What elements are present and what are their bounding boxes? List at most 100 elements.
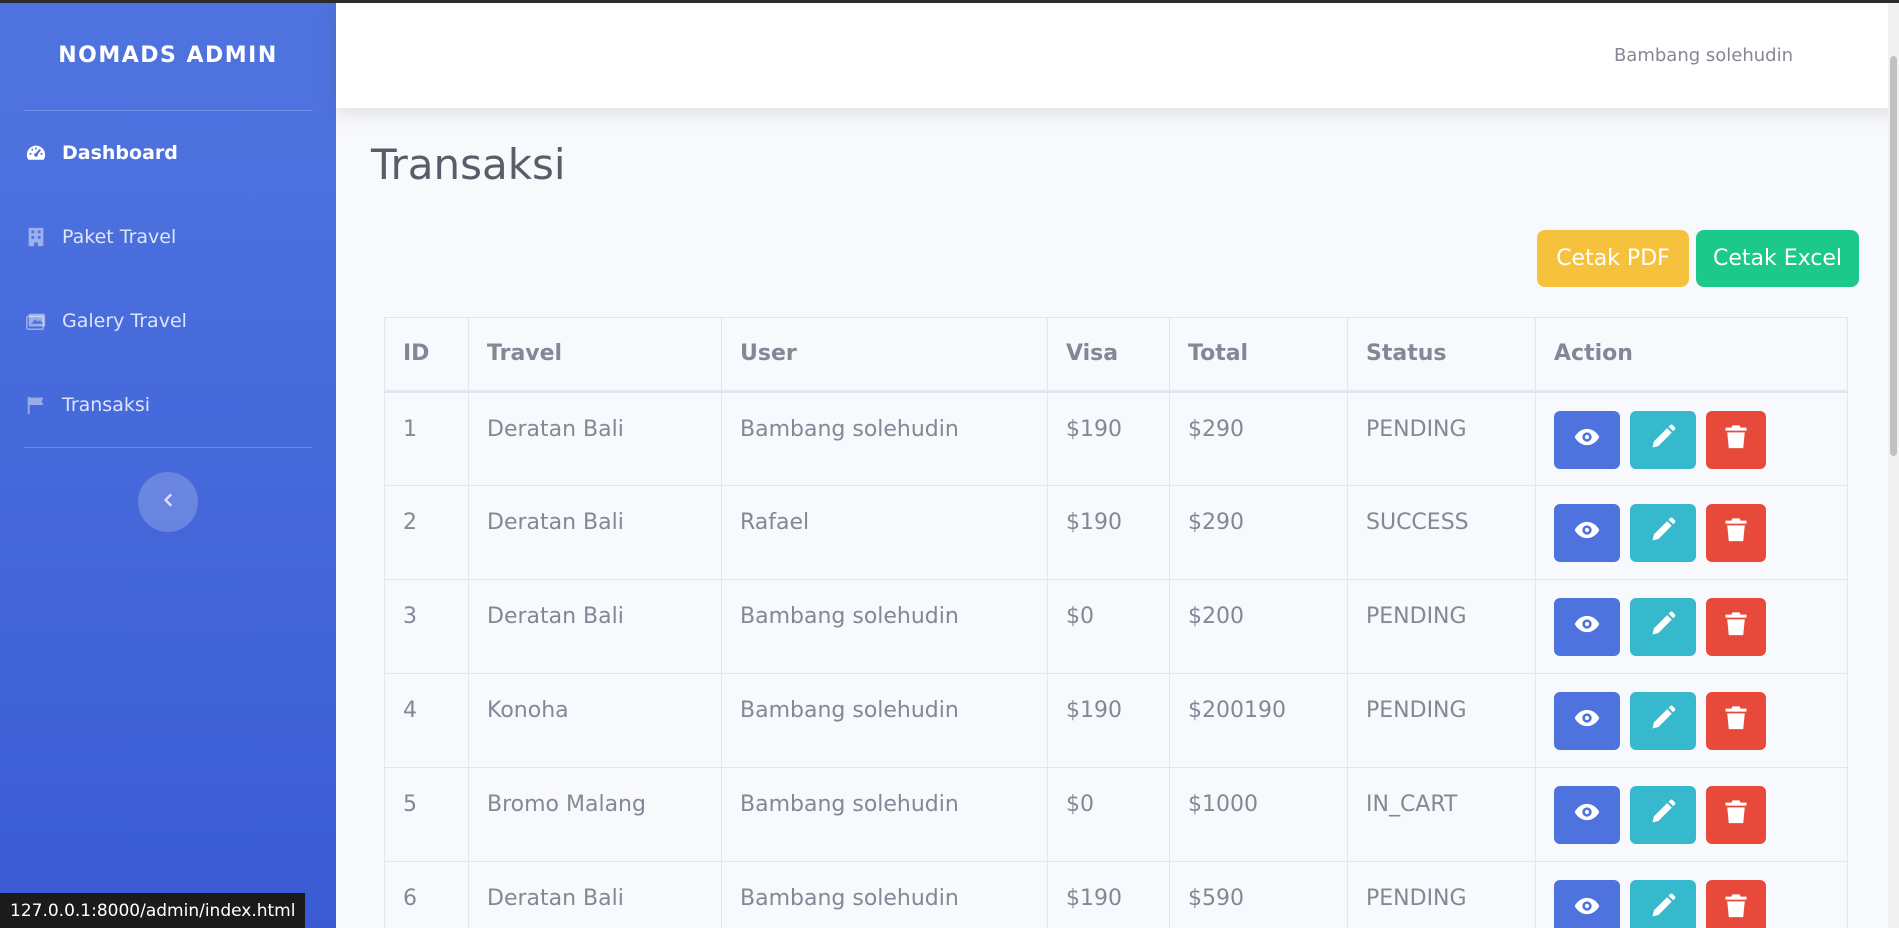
cell-id: 3 [384,579,469,674]
dashboard-icon [24,142,48,164]
sidebar-item-transaksi[interactable]: Transaksi [0,363,336,447]
cell-total: $290 [1169,391,1348,486]
cell-travel: Bromo Malang [468,767,722,862]
column-header[interactable]: User [721,317,1048,392]
view-button[interactable] [1554,504,1620,562]
cell-status: PENDING [1347,391,1536,486]
trash-icon [1722,798,1750,832]
table-row: 2 Deratan Bali Rafael $190 $290 SUCCESS [384,485,1848,580]
edit-button[interactable] [1630,598,1696,656]
view-button[interactable] [1554,786,1620,844]
brand-logo[interactable]: NOMADS ADMIN [0,0,336,110]
delete-button[interactable] [1706,598,1766,656]
chevron-left-icon [160,492,176,512]
column-header[interactable]: Travel [468,317,722,392]
pencil-icon [1649,516,1677,550]
pencil-icon [1649,892,1677,926]
column-header[interactable]: Action [1535,317,1848,392]
cell-actions [1535,767,1848,862]
table-row: 5 Bromo Malang Bambang solehudin $0 $100… [384,767,1848,862]
cell-total: $200 [1169,579,1348,674]
cell-visa: $190 [1047,485,1170,580]
edit-button[interactable] [1630,692,1696,750]
cell-user: Bambang solehudin [721,767,1048,862]
cell-travel: Deratan Bali [468,485,722,580]
sidebar-toggle-button[interactable] [138,472,198,532]
topbar: Bambang solehudin [336,3,1899,108]
scrollbar-thumb[interactable] [1890,56,1897,456]
cell-visa: $190 [1047,861,1170,928]
column-header[interactable]: Visa [1047,317,1170,392]
delete-button[interactable] [1706,692,1766,750]
table-header-row: ID Travel User Visa Total Status Action [384,317,1848,392]
delete-button[interactable] [1706,786,1766,844]
sidebar-item-label: Paket Travel [62,226,177,248]
sidebar-item-paket-travel[interactable]: Paket Travel [0,195,336,279]
cell-total: $290 [1169,485,1348,580]
trash-icon [1722,516,1750,550]
cell-status: SUCCESS [1347,485,1536,580]
column-header[interactable]: Status [1347,317,1536,392]
pencil-icon [1649,704,1677,738]
cell-id: 5 [384,767,469,862]
table-row: 6 Deratan Bali Bambang solehudin $190 $5… [384,861,1848,928]
eye-icon [1573,892,1601,926]
edit-button[interactable] [1630,504,1696,562]
cell-id: 1 [384,391,469,486]
table-row: 1 Deratan Bali Bambang solehudin $190 $2… [384,391,1848,486]
eye-icon [1573,423,1601,457]
cell-actions [1535,579,1848,674]
cell-travel: Deratan Bali [468,391,722,486]
cell-total: $590 [1169,861,1348,928]
sidebar-divider [24,447,312,448]
delete-button[interactable] [1706,880,1766,928]
cell-user: Bambang solehudin [721,579,1048,674]
page-title: Transaksi [371,140,566,189]
cell-status: PENDING [1347,861,1536,928]
browser-status-url: 127.0.0.1:8000/admin/index.html [0,893,306,928]
cell-id: 4 [384,673,469,768]
cell-user: Bambang solehudin [721,673,1048,768]
edit-button[interactable] [1630,786,1696,844]
cell-user: Rafael [721,485,1048,580]
cell-status: PENDING [1347,673,1536,768]
view-button[interactable] [1554,598,1620,656]
sidebar-item-dashboard[interactable]: Dashboard [0,111,336,195]
pencil-icon [1649,798,1677,832]
delete-button[interactable] [1706,411,1766,469]
sidebar-item-galery-travel[interactable]: Galery Travel [0,279,336,363]
view-button[interactable] [1554,692,1620,750]
trash-icon [1722,610,1750,644]
column-header[interactable]: Total [1169,317,1348,392]
cell-actions [1535,861,1848,928]
view-button[interactable] [1554,411,1620,469]
cell-total: $200190 [1169,673,1348,768]
eye-icon [1573,610,1601,644]
edit-button[interactable] [1630,880,1696,928]
cell-status: IN_CART [1347,767,1536,862]
user-menu[interactable]: Bambang solehudin [1614,45,1793,66]
cell-actions [1535,391,1848,486]
column-header[interactable]: ID [384,317,469,392]
cell-total: $1000 [1169,767,1348,862]
cell-actions [1535,673,1848,768]
cell-visa: $0 [1047,579,1170,674]
edit-button[interactable] [1630,411,1696,469]
sidebar-item-label: Galery Travel [62,310,187,332]
pencil-icon [1649,610,1677,644]
images-icon [24,310,48,332]
building-icon [24,226,48,248]
cetak-excel-button[interactable]: Cetak Excel [1696,230,1859,287]
eye-icon [1573,516,1601,550]
cell-actions [1535,485,1848,580]
cell-visa: $190 [1047,673,1170,768]
cell-travel: Konoha [468,673,722,768]
cetak-pdf-button[interactable]: Cetak PDF [1537,230,1689,287]
sidebar-item-label: Transaksi [62,394,151,416]
cell-status: PENDING [1347,579,1536,674]
delete-button[interactable] [1706,504,1766,562]
sidebar: NOMADS ADMIN Dashboard Paket Travel Gale… [0,0,336,928]
eye-icon [1573,704,1601,738]
view-button[interactable] [1554,880,1620,928]
flag-icon [24,394,48,416]
